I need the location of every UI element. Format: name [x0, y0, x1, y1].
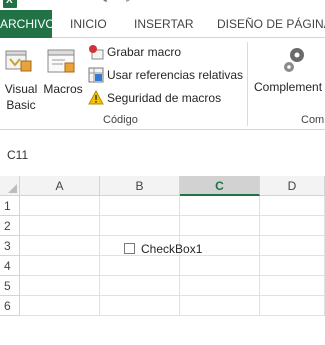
row-header-5[interactable]: 5: [0, 276, 20, 296]
cell-b2[interactable]: [100, 216, 180, 236]
cell-b4[interactable]: [100, 256, 180, 276]
cell-a6[interactable]: [20, 296, 100, 316]
visual-basic-label-line2: Basic: [6, 98, 36, 112]
column-header-c[interactable]: C: [180, 176, 260, 196]
row-header-2[interactable]: 2: [0, 216, 20, 236]
cell-c4[interactable]: [180, 256, 260, 276]
checkbox-box[interactable]: [124, 243, 135, 254]
addins-label: Complement: [254, 80, 323, 94]
cell-b1[interactable]: [100, 196, 180, 216]
cell-a3[interactable]: [20, 236, 100, 256]
column-header-d[interactable]: D: [260, 176, 325, 196]
cell-b5[interactable]: [100, 276, 180, 296]
worksheet-grid: A B C D 1 2 3 4 5 6 CheckBox1: [0, 176, 325, 345]
select-all-button[interactable]: [0, 176, 20, 196]
ribbon-group-divider: [247, 42, 248, 126]
record-macro-label: Grabar macro: [107, 45, 182, 59]
tab-page-layout[interactable]: DISEÑO DE PÁGINA: [217, 10, 325, 38]
warning-icon: [88, 90, 104, 105]
row-header-4[interactable]: 4: [0, 256, 20, 276]
cell-b6[interactable]: [100, 296, 180, 316]
formula-bar-row: C11: [0, 140, 325, 170]
name-box[interactable]: C11: [7, 148, 28, 162]
ribbon-panel: Visual Basic Macros Grabar macro Usar re…: [0, 38, 325, 130]
relative-references-label: Usar referencias relativas: [107, 68, 244, 82]
cell-a4[interactable]: [20, 256, 100, 276]
quick-access-toolbar: [0, 0, 325, 10]
checkbox-label: CheckBox1: [141, 242, 203, 256]
addins-group-label: Com: [301, 114, 325, 126]
row-header-6[interactable]: 6: [0, 296, 20, 316]
column-header-a[interactable]: A: [20, 176, 100, 196]
redo-icon[interactable]: [122, 0, 132, 6]
cell-d2[interactable]: [260, 216, 325, 236]
visual-basic-label-line1: Visual: [4, 82, 38, 96]
cell-c1[interactable]: [180, 196, 260, 216]
cell-d5[interactable]: [260, 276, 325, 296]
save-icon[interactable]: [60, 0, 70, 6]
tab-home[interactable]: INICIO: [70, 10, 107, 38]
macro-security-label: Seguridad de macros: [107, 91, 222, 105]
ribbon-tabs: ARCHIVO INICIO INSERTAR DISEÑO DE PÁGINA: [0, 10, 325, 38]
cell-c2[interactable]: [180, 216, 260, 236]
record-macro-icon: [89, 45, 104, 60]
cell-c6[interactable]: [180, 296, 260, 316]
gear-icon: [284, 48, 304, 72]
tab-insert[interactable]: INSERTAR: [134, 10, 194, 38]
cell-a5[interactable]: [20, 276, 100, 296]
macros-label: Macros: [43, 82, 83, 96]
column-header-b[interactable]: B: [100, 176, 180, 196]
cell-d1[interactable]: [260, 196, 325, 216]
cell-d6[interactable]: [260, 296, 325, 316]
relative-references-icon: [88, 67, 104, 83]
code-group-label: Código: [103, 114, 138, 126]
macros-icon: [47, 49, 75, 73]
cell-c5[interactable]: [180, 276, 260, 296]
row-header-3[interactable]: 3: [0, 236, 20, 256]
cell-d3[interactable]: [260, 236, 325, 256]
cell-a2[interactable]: [20, 216, 100, 236]
tab-file[interactable]: ARCHIVO: [0, 10, 55, 38]
cell-a1[interactable]: [20, 196, 100, 216]
cell-d4[interactable]: [260, 256, 325, 276]
visual-basic-icon: [5, 50, 32, 72]
excel-logo-icon: [3, 0, 17, 8]
undo-icon[interactable]: [101, 0, 111, 6]
row-header-1[interactable]: 1: [0, 196, 20, 216]
